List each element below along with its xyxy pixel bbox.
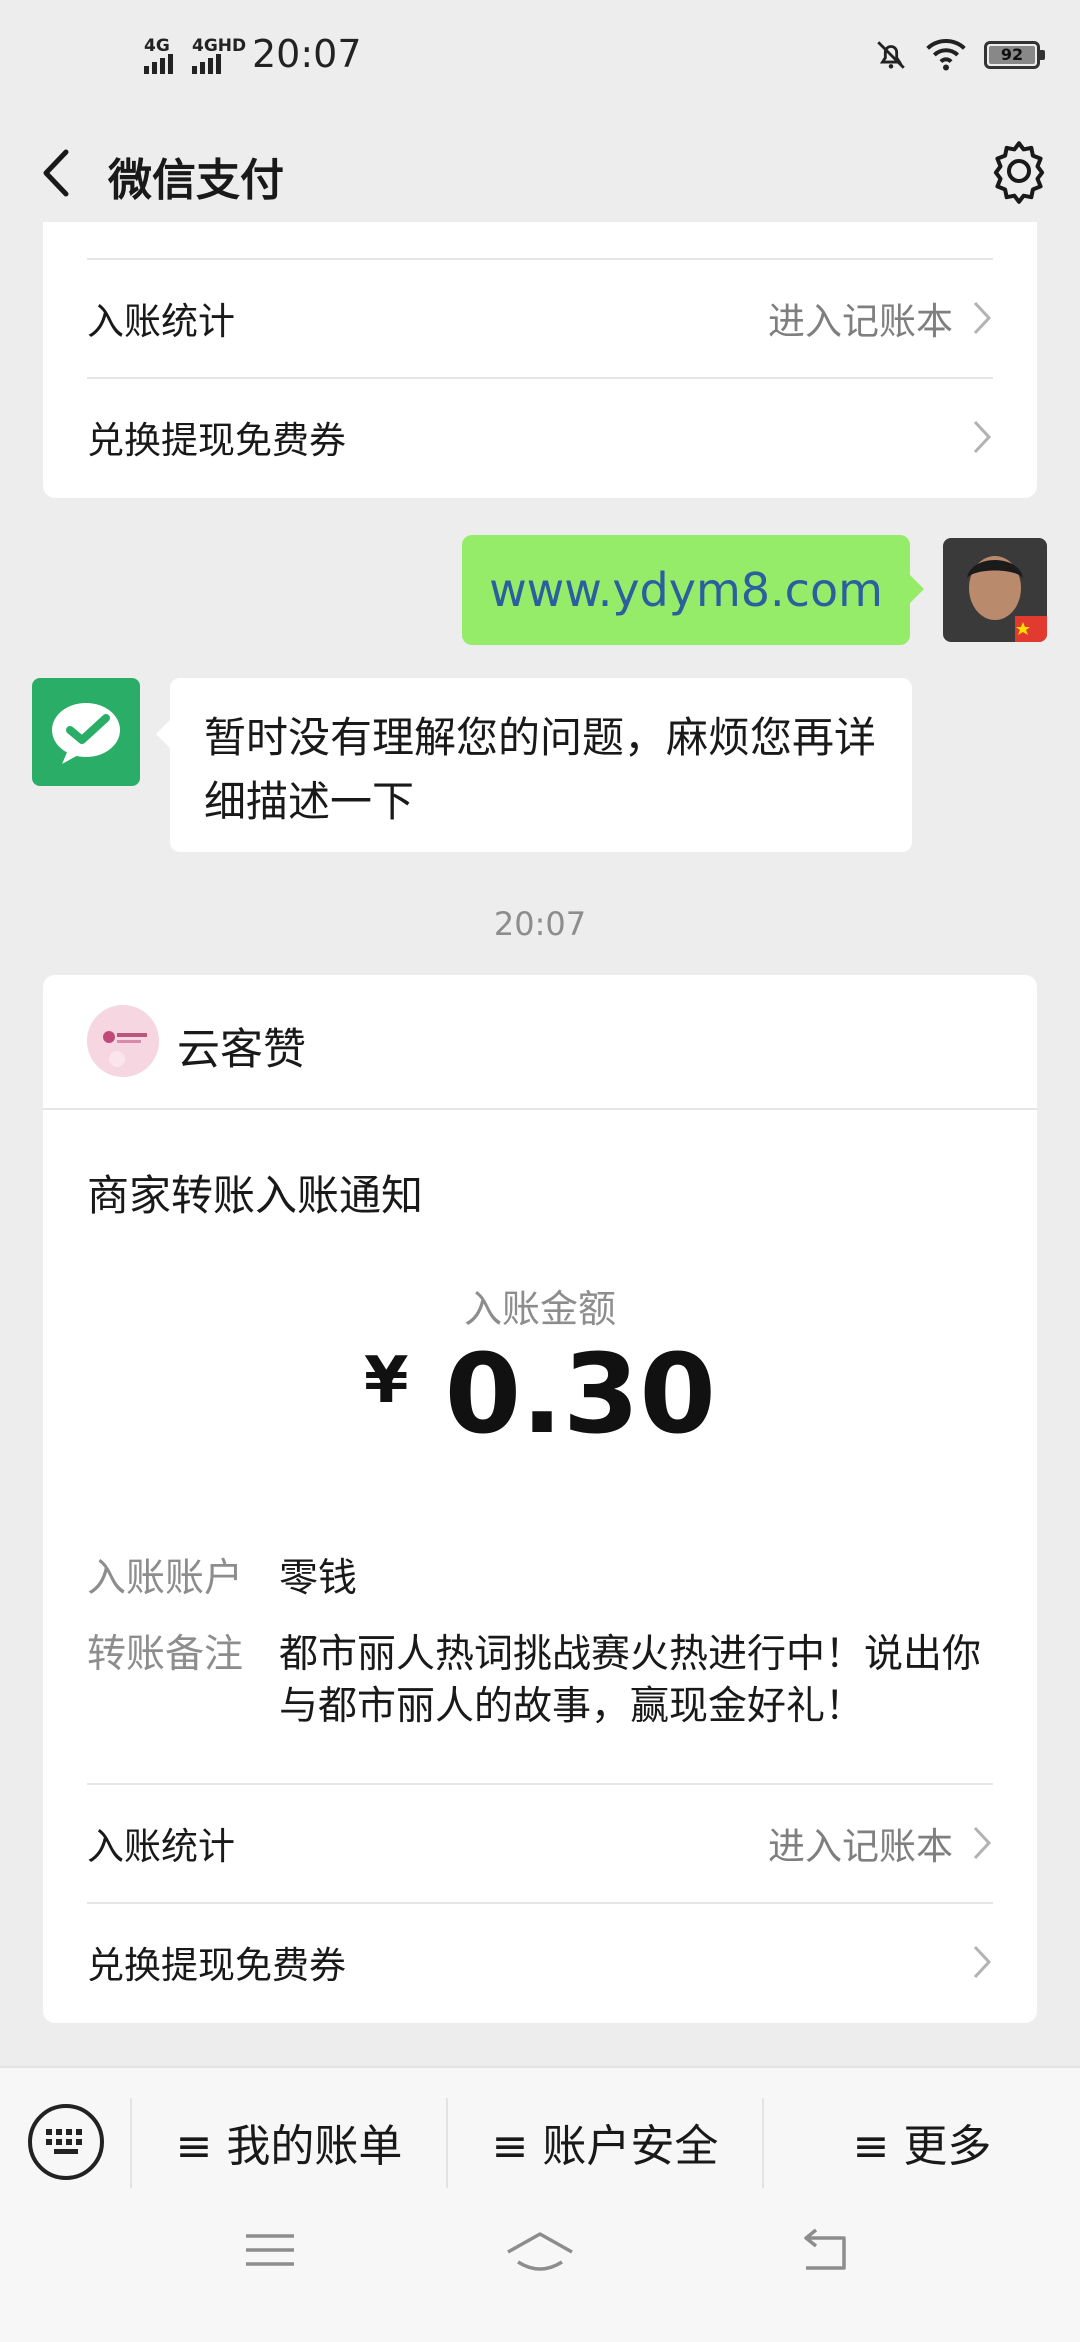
row-label: 入账统计 [87,1825,235,1868]
battery-level: 92 [989,46,1035,64]
amount-number: 0.30 [444,1330,716,1458]
free-coupon-row[interactable]: 兑换提现免费券 [87,1904,993,2020]
keyboard-icon [46,2129,82,2154]
previous-notice-card: 入账统计 进入记账本 兑换提现免费券 [43,222,1037,498]
chevron-right-icon [973,1826,992,1860]
row-label: 入账统计 [87,300,235,343]
currency-symbol: ¥ [364,1344,409,1418]
amount-value: ¥0.30 [43,1330,1037,1458]
chevron-right-icon [973,301,992,335]
merchant-logo [87,1005,159,1077]
signal-1-label: 4G [144,36,170,56]
ledger-stats-row[interactable]: 入账统计 进入记账本 [87,260,993,376]
ledger-stats-row[interactable]: 入账统计 进入记账本 [87,1785,993,1901]
merchant-name: 云客赞 [177,1025,306,1075]
user-message-bubble[interactable]: www.ydym8.com [462,535,924,645]
merchant-logo-image [87,1005,159,1077]
bottom-menu-bar: ≡ 我的账单 ≡ 账户安全 ≡ 更多 [0,2066,1080,2342]
cellular-signal-2-icon: 4GHD [192,36,246,74]
account-label: 入账账户 [87,1556,244,1601]
row-label: 兑换提现免费券 [87,419,346,462]
battery-icon: 92 [984,41,1045,69]
system-back-icon[interactable] [796,2228,852,2276]
page-title: 微信支付 [108,155,284,206]
bot-message-bubble[interactable]: 暂时没有理解您的问题，麻烦您再详细描述一下 [156,678,912,852]
row-label: 兑换提现免费券 [87,1944,346,1987]
wechat-pay-avatar[interactable] [32,678,140,786]
wechat-pay-logo-icon [52,703,120,764]
note-value: 都市丽人热词挑战赛火热进行中！说出你与都市丽人的故事，赢现金好礼！ [279,1632,982,1729]
user-avatar-image [943,538,1047,642]
account-value: 零钱 [279,1556,358,1601]
notifications-muted-icon [877,41,905,69]
back-arrow-icon[interactable] [28,138,98,208]
menu-account-security[interactable]: ≡ 账户安全 [448,2098,762,2186]
divider [43,1108,1037,1110]
amount-label: 入账金额 [463,1287,616,1331]
account-row: 入账账户 零钱 [87,1553,993,1605]
signal-2-label: 4GHD [192,36,247,56]
message-timestamp: 20:07 [493,905,587,943]
free-coupon-row[interactable]: 兑换提现免费券 [87,379,993,495]
transfer-notice-card[interactable]: 云客赞 商家转账入账通知 入账金额 ¥0.30 入账账户 零钱 转账备注 都市丽… [43,975,1037,2023]
nav-bar: 微信支付 [0,120,1080,228]
menu-my-bills[interactable]: ≡ 我的账单 [132,2098,446,2186]
note-row: 转账备注 都市丽人热词挑战赛火热进行中！说出你与都市丽人的故事，赢现金好礼！ [87,1629,993,1733]
wifi-icon [926,39,966,71]
notice-title: 商家转账入账通知 [87,1171,424,1220]
keyboard-toggle-icon[interactable] [28,2104,104,2180]
system-menu-icon[interactable] [242,2228,298,2272]
menu-more[interactable]: ≡ 更多 [764,2098,1080,2186]
status-bar: 4G 4GHD 20:07 92 [0,0,1080,120]
user-message-text[interactable]: www.ydym8.com [489,563,883,617]
chevron-right-icon [973,420,992,454]
row-right-text: 进入记账本 [768,1825,953,1868]
row-right-text: 进入记账本 [768,300,953,343]
system-home-icon[interactable] [504,2228,576,2278]
note-label: 转账备注 [87,1632,244,1677]
status-time: 20:07 [252,32,362,76]
user-avatar[interactable] [943,538,1047,642]
settings-gear-icon[interactable] [982,134,1056,208]
bot-message-text: 暂时没有理解您的问题，麻烦您再详细描述一下 [204,713,877,826]
chevron-right-icon [973,1945,992,1979]
cellular-signal-icon: 4G [144,36,173,74]
